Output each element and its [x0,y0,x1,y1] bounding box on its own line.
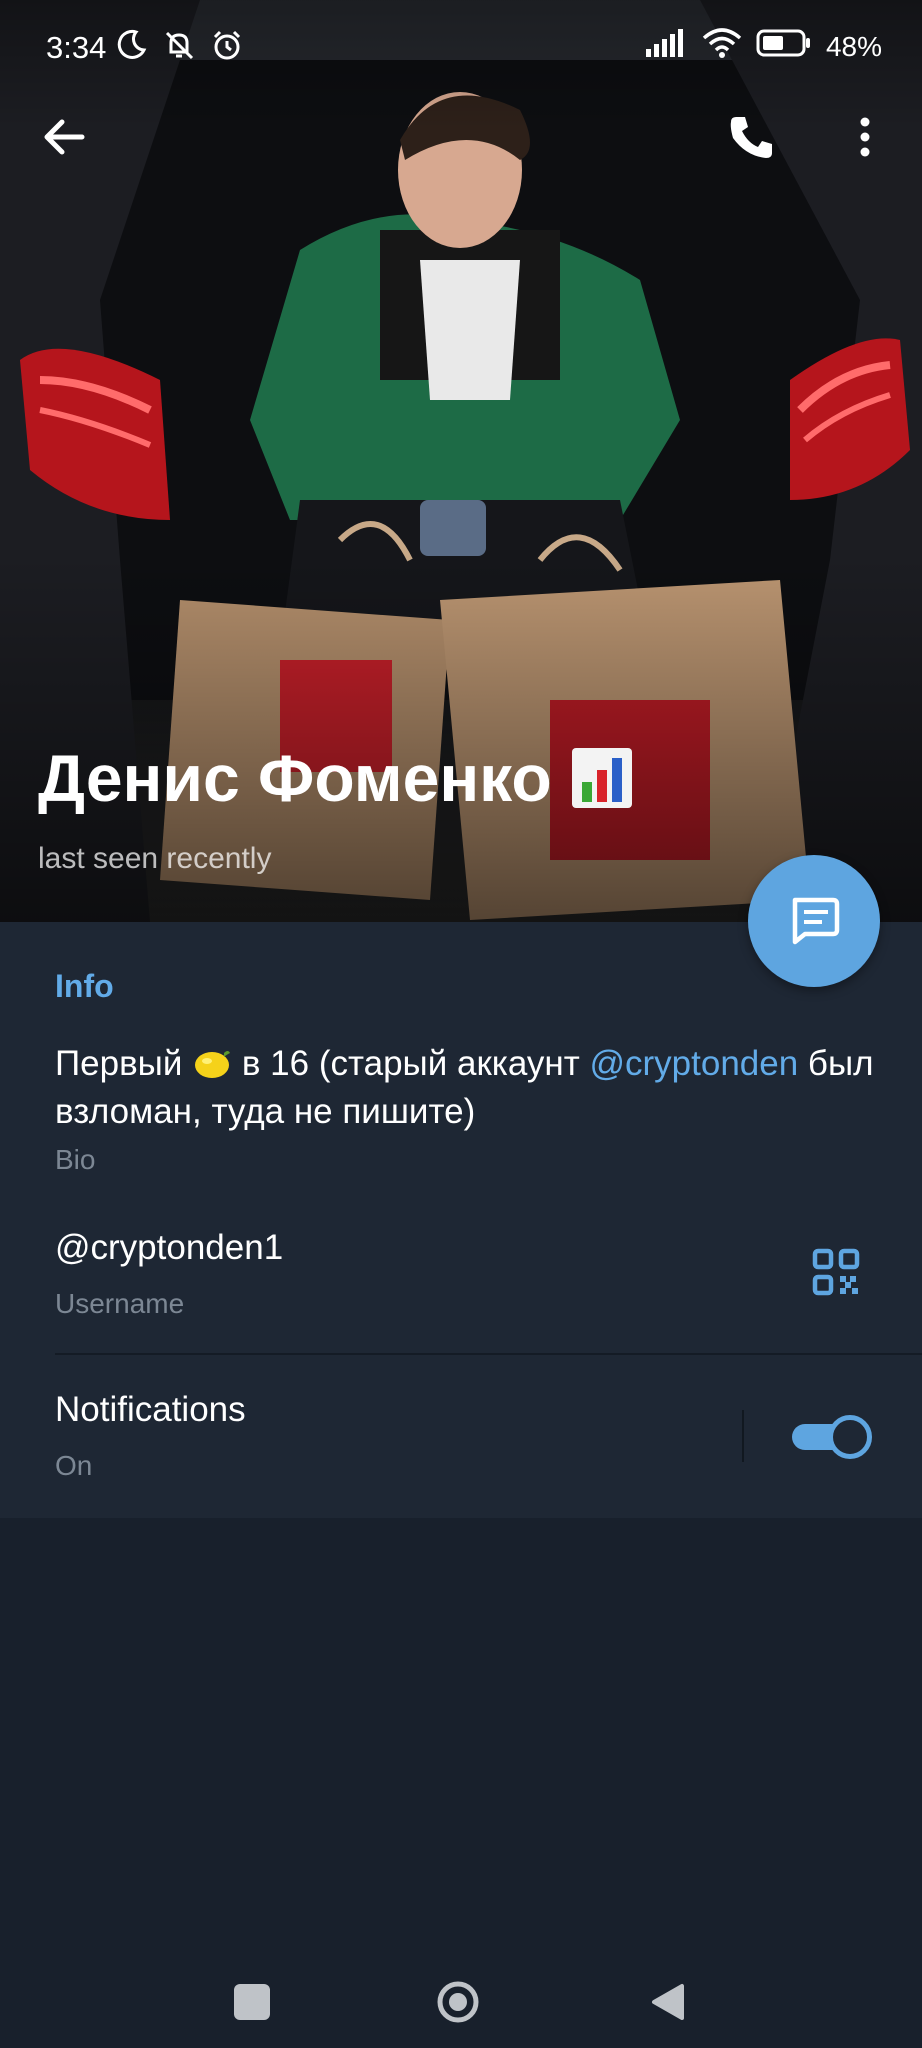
signal-icon [645,29,688,65]
last-seen-status: last seen recently [38,842,272,875]
system-nav-bar [0,1940,922,2048]
status-bar: 3:34 48% [0,0,922,96]
bio-mention-link[interactable]: @cryptonden [590,1044,799,1083]
bio-text-part2: в 16 (старый аккаунт [232,1044,590,1083]
bio-text: Первый в 16 (старый аккаунт @cryptonden … [55,1040,885,1136]
notifications-label[interactable]: Notifications [55,1390,246,1430]
profile-name: Денис Фоменко [38,740,634,816]
moon-icon [116,28,148,70]
message-icon [792,897,840,945]
lemon-emoji [192,1046,232,1080]
battery-icon [756,28,812,66]
username-value[interactable]: @cryptonden1 [55,1228,283,1268]
battery-percent: 48% [825,31,882,62]
call-button[interactable] [726,112,776,162]
status-time: 3:34 [46,30,107,65]
recents-square-icon[interactable] [234,1984,270,2020]
bar-chart-emoji [570,746,634,810]
back-triangle-icon[interactable] [648,1980,688,2024]
bio-text-part1: Первый [55,1044,193,1083]
back-button[interactable] [40,112,90,162]
send-message-button[interactable] [748,855,880,987]
more-menu-button[interactable] [850,112,880,162]
bio-caption: Bio [55,1144,96,1175]
status-left-icons [116,28,244,70]
wifi-icon [702,28,742,66]
section-divider [55,1353,922,1355]
qr-code-icon [812,1248,860,1296]
phone-icon [730,117,772,158]
profile-name-text: Денис Фоменко [38,741,552,815]
back-arrow-icon [44,119,85,155]
alarm-icon [210,28,244,70]
status-right-icons: 48% [645,28,882,66]
notifications-toggle[interactable] [792,1414,872,1459]
more-vertical-icon [860,117,870,157]
vertical-separator [742,1410,744,1462]
toggle-knob [828,1415,872,1459]
home-circle-icon[interactable] [436,1980,480,2024]
info-section-title: Info [55,968,114,1004]
qr-code-button[interactable] [812,1248,860,1296]
username-caption: Username [55,1288,185,1319]
muted-bell-icon [162,28,196,70]
notifications-value: On [55,1450,93,1481]
